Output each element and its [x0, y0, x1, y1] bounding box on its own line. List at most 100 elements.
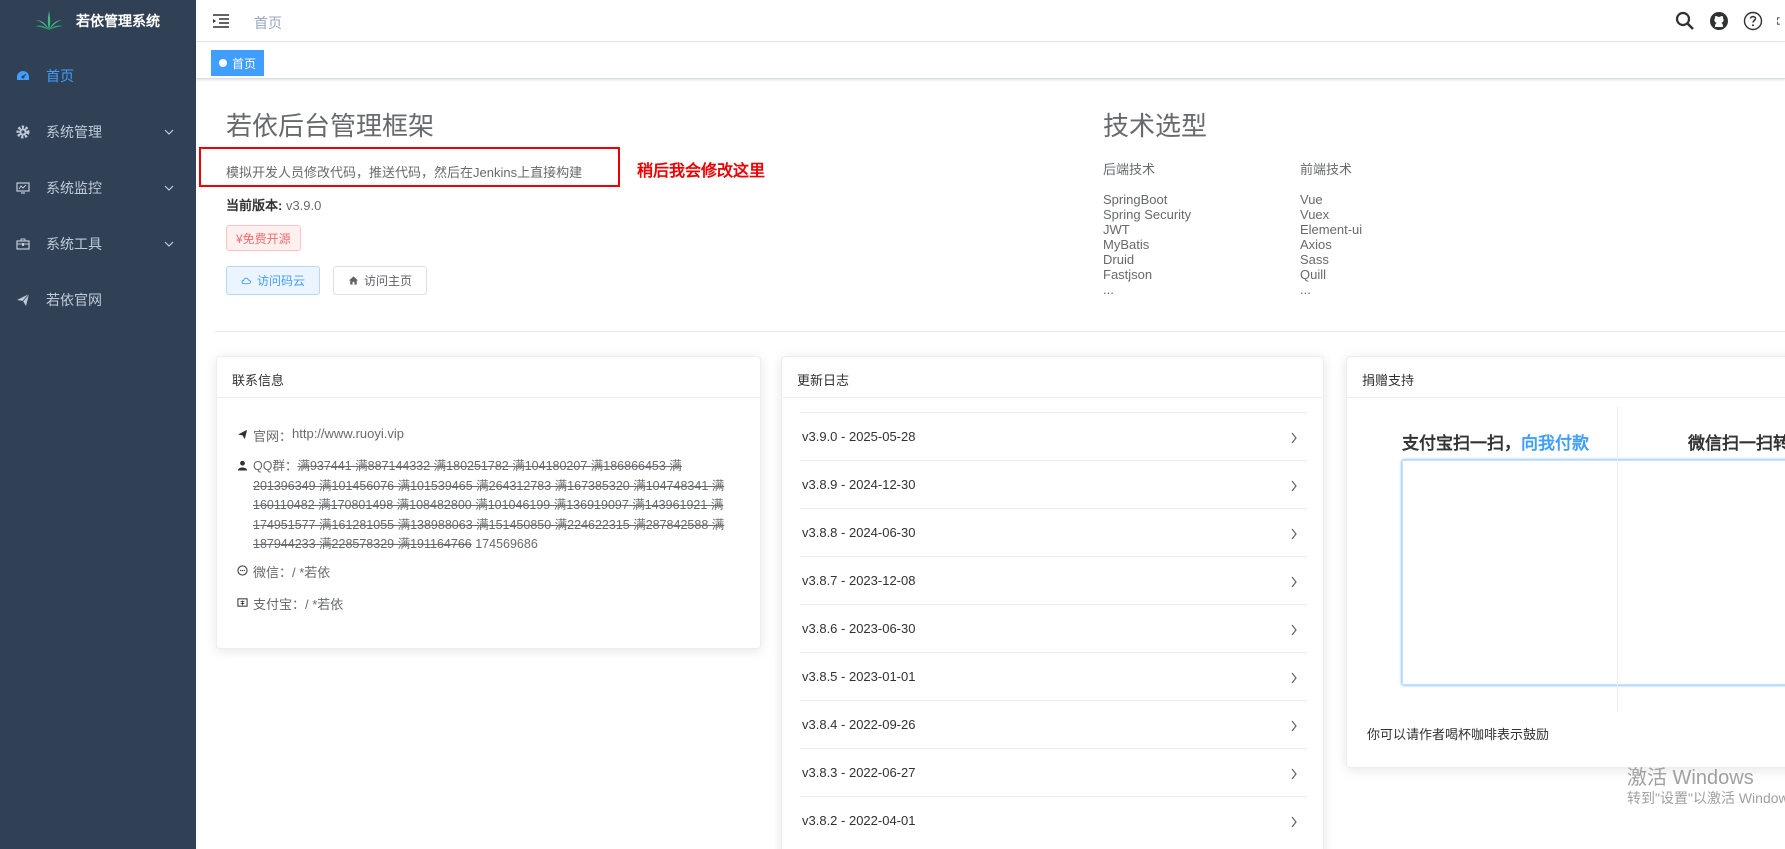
qq-groups: QQ群：满937441 满887144332 满180251782 满10418…	[253, 457, 743, 555]
frontend-item: Vuex	[1300, 207, 1330, 222]
donate-card-header: 捐赠支持	[1347, 357, 1785, 398]
changelog-item[interactable]: v3.8.5 - 2023-01-01	[800, 652, 1308, 700]
contact-card: 联系信息 官网： http://www.ruoyi.vip QQ群：满93744…	[216, 356, 761, 649]
chevron-down-icon	[164, 241, 174, 247]
changelog-item-label: v3.8.3 - 2022-06-27	[802, 765, 916, 780]
fullscreen-icon[interactable]	[1777, 11, 1785, 31]
changelog-item[interactable]: v3.8.7 - 2023-12-08	[800, 556, 1308, 604]
app-title: 若依管理系统	[76, 13, 160, 29]
sidebar-item-label: 若依官网	[46, 292, 102, 308]
changelog-item-label: v3.8.7 - 2023-12-08	[802, 573, 916, 588]
wechat-value: / *若依	[292, 565, 331, 580]
changelog-item-label: v3.8.9 - 2024-12-30	[802, 477, 916, 492]
site-label: 官网：	[253, 429, 293, 444]
version-label: 当前版本:	[226, 198, 283, 213]
visit-gitee-label: 访问码云	[257, 274, 306, 288]
free-open-source-tag: ¥免费开源	[226, 225, 301, 251]
intro-title: 若依后台管理框架	[226, 111, 435, 141]
tech-title: 技术选型	[1103, 111, 1208, 141]
cloud-icon	[241, 277, 251, 285]
contact-wechat: 微信： / *若依	[237, 562, 330, 581]
logo[interactable]: 若依管理系统	[0, 0, 196, 42]
user-icon	[237, 460, 248, 471]
frontend-item: Element-ui	[1300, 222, 1363, 237]
backend-item: ...	[1103, 282, 1114, 297]
sidebar: 若依管理系统 首页 系统管理 系统监控 系统工具 若依官网	[0, 0, 196, 849]
wechat-scan-title: 微信扫一扫转	[1688, 434, 1785, 453]
paper-plane-icon	[237, 429, 248, 440]
logo-icon	[35, 11, 63, 30]
changelog-item[interactable]: v3.8.4 - 2022-09-26	[800, 700, 1308, 748]
search-icon[interactable]	[1675, 11, 1695, 31]
backend-list: SpringBoot Spring Security JWT MyBatis D…	[1103, 192, 1191, 297]
chevron-down-icon	[164, 185, 174, 191]
sidebar-item-label: 系统管理	[46, 124, 102, 140]
visit-gitee-button[interactable]: 访问码云	[226, 266, 321, 295]
chevron-right-icon	[1291, 576, 1297, 588]
tag-label: 首页	[232, 56, 257, 71]
chevron-right-icon	[1291, 480, 1297, 492]
version-line: 当前版本: v3.9.0	[226, 195, 321, 214]
main-content: 若依后台管理框架 模拟开发人员修改代码，推送代码，然后在Jenkins上直接构建…	[196, 80, 1785, 849]
sidebar-item-monitor[interactable]: 系统监控	[0, 160, 196, 216]
money-icon	[237, 598, 248, 607]
tag-home[interactable]: 首页	[211, 50, 265, 76]
changelog-item[interactable]: v3.9.0 - 2025-05-28	[800, 412, 1308, 460]
home-icon	[348, 276, 359, 285]
chevron-down-icon	[164, 129, 174, 135]
changelog-item[interactable]: v3.8.8 - 2024-06-30	[800, 508, 1308, 556]
question-icon[interactable]	[1743, 11, 1763, 31]
backend-item: SpringBoot	[1103, 192, 1168, 207]
changelog-item[interactable]: v3.8.6 - 2023-06-30	[800, 604, 1308, 652]
alipay-value: / *若依	[305, 597, 344, 612]
alipay-qr-image	[1402, 460, 1785, 685]
sidebar-item-label: 首页	[46, 68, 74, 84]
chat-bubble-icon	[237, 565, 248, 576]
navbar: 首页	[196, 0, 1785, 42]
chevron-right-icon	[1291, 432, 1297, 444]
sidebar-item-label: 系统工具	[46, 236, 102, 252]
sidebar-item-ruoyi-site[interactable]: 若依官网	[0, 272, 196, 328]
hamburger-icon[interactable]	[212, 12, 230, 30]
visit-home-button[interactable]: 访问主页	[333, 266, 428, 295]
divider	[215, 331, 1785, 332]
changelog-item[interactable]: v3.8.3 - 2022-06-27	[800, 748, 1308, 796]
site-url[interactable]: http://www.ruoyi.vip	[292, 426, 404, 441]
changelog-card: 更新日志 v3.9.0 - 2025-05-28 v3.8.9 - 2024-12…	[781, 356, 1324, 849]
changelog-item-label: v3.8.5 - 2023-01-01	[802, 669, 916, 684]
github-icon[interactable]	[1709, 11, 1729, 31]
sidebar-item-system[interactable]: 系统管理	[0, 104, 196, 160]
backend-item: Fastjson	[1103, 267, 1153, 282]
qq-label: QQ群：	[253, 459, 298, 473]
sidebar-item-home[interactable]: 首页	[0, 48, 196, 104]
frontend-item: Vue	[1300, 192, 1323, 207]
breadcrumb[interactable]: 首页	[254, 13, 282, 33]
navbar-actions	[1675, 11, 1785, 31]
changelog-card-header: 更新日志	[782, 357, 1323, 398]
tags-view: 首页	[196, 43, 1785, 79]
paper-plane-icon	[17, 293, 30, 306]
changelog-item-label: v3.8.6 - 2023-06-30	[802, 621, 916, 636]
intro-desc: 模拟开发人员修改代码，推送代码，然后在Jenkins上直接构建	[226, 165, 583, 180]
chevron-right-icon	[1291, 816, 1297, 828]
changelog-item-label: v3.8.8 - 2024-06-30	[802, 525, 916, 540]
chevron-right-icon	[1291, 768, 1297, 780]
windows-watermark-title: 激活 Windows	[1627, 767, 1754, 789]
changelog-item-label: v3.8.4 - 2022-09-26	[802, 717, 916, 732]
toolbox-icon	[16, 238, 30, 250]
dashboard-icon	[17, 71, 29, 80]
changelog-item[interactable]: v3.8.2 - 2022-04-01	[800, 796, 1308, 844]
wechat-label: 微信：	[253, 565, 293, 580]
backend-item: JWT	[1103, 222, 1130, 237]
chevron-right-icon	[1291, 672, 1297, 684]
donate-card: 捐赠支持 支付宝扫一扫，向我付款 微信扫一扫转 你可以请作者喝杯咖啡表示鼓励	[1346, 356, 1785, 768]
version-value: v3.9.0	[282, 198, 322, 213]
sidebar-item-tools[interactable]: 系统工具	[0, 216, 196, 272]
changelog-item[interactable]: v3.8.9 - 2024-12-30	[800, 460, 1308, 508]
annotation-note: 稍后我会修改这里	[637, 163, 766, 180]
contact-site: 官网： http://www.ruoyi.vip	[237, 426, 404, 445]
frontend-list: Vue Vuex Element-ui Axios Sass Quill ...	[1300, 192, 1362, 297]
alipay-pay-link[interactable]: 向我付款	[1521, 434, 1589, 453]
donate-footer: 你可以请作者喝杯咖啡表示鼓励	[1367, 727, 1550, 742]
backend-item: Druid	[1103, 252, 1135, 267]
